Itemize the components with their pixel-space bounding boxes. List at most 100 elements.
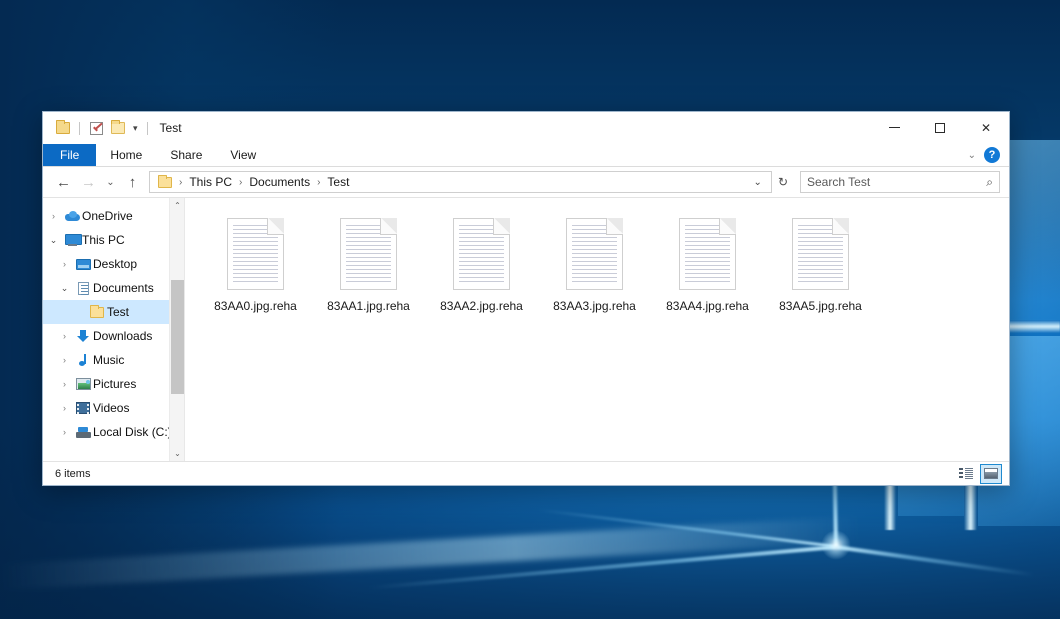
- sidebar-item-music[interactable]: › Music: [43, 348, 184, 372]
- sidebar-item-downloads[interactable]: › Downloads: [43, 324, 184, 348]
- navigation-scrollbar[interactable]: ⌃ ⌄: [169, 198, 184, 461]
- sidebar-item-this-pc[interactable]: ⌄ This PC: [43, 228, 184, 252]
- sidebar-item-desktop[interactable]: › Desktop: [43, 252, 184, 276]
- file-name: 83AA1.jpg.reha: [327, 299, 410, 313]
- refresh-button[interactable]: ↻: [772, 175, 794, 189]
- scroll-up-icon[interactable]: ⌃: [170, 198, 185, 213]
- quick-access-toolbar: ▾ Test: [43, 117, 182, 139]
- window-title: Test: [160, 121, 182, 135]
- breadcrumb-this-pc[interactable]: This PC: [186, 175, 235, 189]
- search-box[interactable]: Search Test ⌕: [800, 171, 1000, 193]
- search-input[interactable]: Search Test: [807, 175, 870, 189]
- sidebar-item-pictures[interactable]: › Pictures: [43, 372, 184, 396]
- chevron-right-icon[interactable]: ›: [56, 331, 73, 341]
- breadcrumb-test[interactable]: Test: [324, 175, 352, 189]
- tab-view[interactable]: View: [216, 144, 270, 166]
- sidebar-item-local-disk[interactable]: › Local Disk (C:): [43, 420, 184, 444]
- sidebar-item-label: Desktop: [93, 257, 137, 271]
- chevron-right-icon[interactable]: ›: [56, 355, 73, 365]
- generic-document-icon: [227, 218, 284, 290]
- forward-button[interactable]: →: [76, 170, 101, 194]
- chevron-down-icon[interactable]: ▾: [129, 124, 142, 133]
- new-folder-icon[interactable]: [107, 117, 129, 139]
- sidebar-item-label: Test: [107, 305, 129, 319]
- address-bar[interactable]: › This PC › Documents › Test ⌄: [149, 171, 772, 193]
- scroll-down-icon[interactable]: ⌄: [170, 446, 185, 461]
- onedrive-icon: [62, 211, 82, 221]
- window-body: › OneDrive ⌄ This PC › Desktop: [43, 197, 1009, 461]
- generic-document-icon: [566, 218, 623, 290]
- recent-locations-button[interactable]: ⌄: [101, 170, 120, 194]
- navigation-pane: › OneDrive ⌄ This PC › Desktop: [43, 198, 185, 461]
- minimize-button[interactable]: [871, 112, 917, 143]
- chevron-right-icon[interactable]: ›: [56, 259, 73, 269]
- file-item[interactable]: 83AA4.jpg.reha: [651, 214, 764, 313]
- chevron-right-icon[interactable]: ›: [56, 379, 73, 389]
- disk-icon: [73, 427, 93, 438]
- large-icons-view-button[interactable]: [980, 464, 1002, 484]
- divider: [79, 122, 80, 135]
- chevron-down-icon[interactable]: ⌄: [56, 283, 73, 294]
- breadcrumb-documents[interactable]: Documents: [246, 175, 313, 189]
- breadcrumb-separator[interactable]: ›: [313, 177, 324, 188]
- chevron-down-icon[interactable]: ⌄: [45, 235, 62, 246]
- maximize-button[interactable]: [917, 112, 963, 143]
- ribbon-right-controls: ⌄ ?: [968, 144, 1009, 166]
- file-name: 83AA3.jpg.reha: [553, 299, 636, 313]
- file-name: 83AA5.jpg.reha: [779, 299, 862, 313]
- generic-document-icon: [792, 218, 849, 290]
- divider: [147, 122, 148, 135]
- folder-icon: [87, 307, 107, 318]
- ribbon-tab-bar: File Home Share View ⌄ ?: [43, 144, 1009, 167]
- tab-share[interactable]: Share: [156, 144, 216, 166]
- chevron-right-icon[interactable]: ›: [56, 403, 73, 413]
- breadcrumb-separator[interactable]: ›: [235, 177, 246, 188]
- sidebar-item-label: Downloads: [93, 329, 152, 343]
- details-view-button[interactable]: [955, 464, 977, 484]
- sidebar-item-videos[interactable]: › Videos: [43, 396, 184, 420]
- chevron-down-icon[interactable]: ⌄: [747, 177, 769, 188]
- up-button[interactable]: ↑: [120, 170, 145, 194]
- file-item[interactable]: 83AA3.jpg.reha: [538, 214, 651, 313]
- pictures-icon: [73, 378, 93, 390]
- file-name: 83AA2.jpg.reha: [440, 299, 523, 313]
- chevron-down-icon[interactable]: ⌄: [968, 150, 976, 161]
- sidebar-item-onedrive[interactable]: › OneDrive: [43, 204, 184, 228]
- properties-checkbox-icon[interactable]: [85, 117, 107, 139]
- file-list-pane[interactable]: 83AA0.jpg.reha 83AA1.jpg.reha 83AA2.jpg.…: [185, 198, 1009, 461]
- search-icon[interactable]: ⌕: [986, 175, 993, 190]
- file-name: 83AA4.jpg.reha: [666, 299, 749, 313]
- chevron-right-icon[interactable]: ›: [45, 211, 62, 221]
- file-item[interactable]: 83AA5.jpg.reha: [764, 214, 877, 313]
- folder-icon[interactable]: [52, 117, 74, 139]
- view-mode-buttons: [955, 464, 1002, 484]
- desktop-icon: [73, 259, 93, 270]
- desktop: ▾ Test ✕ File Home Share View ⌄ ? ← →: [0, 0, 1060, 619]
- back-button[interactable]: ←: [51, 170, 76, 194]
- sidebar-item-label: Documents: [93, 281, 154, 295]
- videos-icon: [73, 402, 93, 414]
- downloads-icon: [73, 330, 93, 343]
- file-item[interactable]: 83AA0.jpg.reha: [199, 214, 312, 313]
- sidebar-item-documents[interactable]: ⌄ Documents: [43, 276, 184, 300]
- file-explorer-window: ▾ Test ✕ File Home Share View ⌄ ? ← →: [42, 111, 1010, 486]
- help-icon[interactable]: ?: [984, 147, 1000, 163]
- item-count-label: 6 items: [55, 468, 90, 480]
- scrollbar-thumb[interactable]: [171, 280, 184, 394]
- documents-icon: [73, 282, 93, 295]
- chevron-right-icon[interactable]: ›: [56, 427, 73, 437]
- file-item[interactable]: 83AA1.jpg.reha: [312, 214, 425, 313]
- sidebar-item-label: Videos: [93, 401, 129, 415]
- sidebar-item-test[interactable]: Test: [43, 300, 184, 324]
- this-pc-icon: [62, 234, 82, 246]
- file-item[interactable]: 83AA2.jpg.reha: [425, 214, 538, 313]
- tab-home[interactable]: Home: [96, 144, 156, 166]
- generic-document-icon: [679, 218, 736, 290]
- tab-file[interactable]: File: [43, 144, 96, 166]
- sidebar-item-label: OneDrive: [82, 209, 133, 223]
- sidebar-item-label: This PC: [82, 233, 125, 247]
- wallpaper-light-origin: [821, 530, 851, 560]
- sidebar-item-label: Music: [93, 353, 124, 367]
- close-button[interactable]: ✕: [963, 112, 1009, 143]
- music-icon: [73, 354, 93, 367]
